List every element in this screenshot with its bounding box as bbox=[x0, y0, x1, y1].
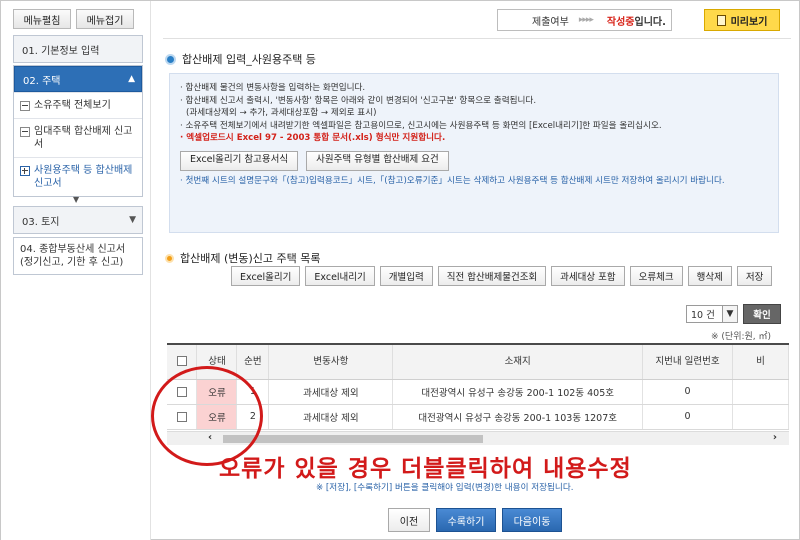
select-all-checkbox[interactable] bbox=[176, 356, 187, 367]
bullet-icon bbox=[165, 253, 174, 263]
section-title-list: 합산배제 (변동)신고 주택 목록 bbox=[165, 250, 321, 266]
sidebar: 메뉴펼침 메뉴접기 01. 기본정보 입력 02. 주택 ▲ 소유주택 전체보기… bbox=[1, 1, 151, 540]
excel-download-button[interactable]: Excel내리기 bbox=[305, 266, 375, 286]
submission-status: 제출여부 ▸▸▸▸ 작성중입니다. bbox=[497, 9, 672, 31]
page-size-value: 10 건 bbox=[691, 310, 715, 321]
change-cell[interactable]: 과세대상 제외 bbox=[268, 379, 394, 405]
info-line: · 합산배제 물건의 변동사항을 입력하는 화면입니다. bbox=[180, 83, 366, 93]
plus-box-icon bbox=[20, 166, 30, 176]
save-button[interactable]: 저장 bbox=[736, 266, 773, 286]
column-header[interactable]: 비 bbox=[732, 345, 789, 380]
previous-lookup-button[interactable]: 직전 합산배제물건조회 bbox=[437, 266, 547, 286]
info-warning-text: 엑셀업로드시 Excel 97 - 2003 통합 문서(.xls) 형식만 지… bbox=[186, 133, 446, 143]
column-header[interactable]: 소재지 bbox=[392, 345, 644, 380]
menu-land[interactable]: 03. 토지 ▼ bbox=[13, 206, 143, 234]
error-check-button[interactable]: 오류체크 bbox=[629, 266, 683, 286]
address-cell[interactable]: 대전광역시 유성구 송강동 200-1 102동 405호 bbox=[392, 379, 644, 405]
bottom-button-group: 이전 수록하기 다음이동 bbox=[388, 508, 562, 532]
previous-button[interactable]: 이전 bbox=[388, 508, 430, 532]
individual-input-button[interactable]: 개별입력 bbox=[379, 266, 433, 286]
requirements-button[interactable]: 사원주택 유형별 합산배제 요건 bbox=[306, 150, 449, 171]
sidebar-item-label: 사원용주택 등 합산배제 신고서 bbox=[34, 165, 133, 189]
extra-cell[interactable] bbox=[732, 379, 789, 405]
status-arrows: ▸▸▸▸ bbox=[578, 15, 594, 25]
menu-housing: 02. 주택 ▲ 소유주택 전체보기 임대주택 합산배제 신고서 사원용주택 등… bbox=[13, 65, 143, 197]
app-window: 메뉴펼침 메뉴접기 01. 기본정보 입력 02. 주택 ▲ 소유주택 전체보기… bbox=[0, 0, 800, 540]
triangle-down-icon: ▼ bbox=[73, 195, 80, 204]
table-toolbar: Excel올리기 Excel내리기 개별입력 직전 합산배제물건조회 과세대상 … bbox=[231, 266, 773, 286]
serial-cell[interactable]: 0 bbox=[642, 379, 733, 405]
section-title-exclusion: 합산배제 입력_사원용주택 등 bbox=[165, 51, 316, 67]
horizontal-scrollbar[interactable]: ‹ › bbox=[167, 431, 789, 445]
sidebar-item-owned-housing[interactable]: 소유주택 전체보기 bbox=[14, 92, 142, 118]
serial-cell[interactable]: 0 bbox=[642, 404, 733, 430]
include-taxable-button[interactable]: 과세대상 포함 bbox=[551, 266, 625, 286]
info-line: · 합산배제 신고서 출력시, '변동사항' 항목은 아래와 같이 변경되어 '… bbox=[180, 95, 537, 106]
column-header[interactable]: 변동사항 bbox=[268, 345, 394, 380]
collapse-menu-button[interactable]: 메뉴접기 bbox=[76, 9, 134, 29]
sidebar-item-employee-housing[interactable]: 사원용주택 등 합산배제 신고서 bbox=[14, 157, 142, 196]
menu-housing-label: 02. 주택 bbox=[23, 75, 61, 87]
divider bbox=[163, 38, 791, 39]
status-value-text: 작성중 bbox=[606, 16, 635, 28]
column-header[interactable]: 순번 bbox=[236, 345, 270, 380]
excel-template-button[interactable]: Excel올리기 참고용서식 bbox=[180, 150, 299, 171]
menu-land-label: 03. 토지 bbox=[22, 216, 60, 228]
menu-basic-info[interactable]: 01. 기본정보 입력 bbox=[13, 35, 143, 63]
info-text: (과세대상제외 → 추가, 과세대상포함 → 제외로 표시) bbox=[186, 108, 377, 118]
info-text: 합산배제 신고서 출력시, '변동사항' 항목은 아래와 같이 변경되어 '신고… bbox=[185, 95, 537, 106]
minus-box-icon bbox=[20, 127, 30, 137]
section-title-text: 합산배제 입력_사원용주택 등 bbox=[182, 53, 316, 66]
excel-upload-button[interactable]: Excel올리기 bbox=[231, 266, 301, 286]
change-cell[interactable]: 과세대상 제외 bbox=[268, 404, 394, 430]
chevron-up-icon: ▲ bbox=[128, 74, 135, 84]
info-box: · 합산배제 물건의 변동사항을 입력하는 화면입니다. · 합산배제 신고서 … bbox=[169, 73, 779, 233]
preview-button[interactable]: 미리보기 bbox=[704, 9, 780, 31]
bullet-icon bbox=[165, 53, 176, 65]
page-size-select[interactable]: 10 건 ▼ bbox=[686, 305, 738, 323]
sidebar-item-label: 임대주택 합산배제 신고서 bbox=[34, 126, 133, 150]
extra-cell[interactable] bbox=[732, 404, 789, 430]
menu-housing-header[interactable]: 02. 주택 ▲ bbox=[14, 66, 142, 92]
status-value: 작성중입니다. bbox=[607, 13, 666, 28]
section-title-text: 합산배제 (변동)신고 주택 목록 bbox=[180, 252, 321, 265]
chevron-right-icon[interactable]: › bbox=[773, 432, 777, 443]
confirm-button[interactable]: 확인 bbox=[743, 304, 781, 324]
info-note-text: 첫번째 시트의 설명문구와「(참고)입력용코드」시트,「(참고)오류기준」시트는… bbox=[185, 175, 725, 186]
expand-menu-button[interactable]: 메뉴펼침 bbox=[13, 9, 71, 29]
info-text: 소유주택 전체보기에서 내려받기한 엑셀파일은 참고용이므로, 신고시에는 사원… bbox=[185, 120, 662, 131]
sidebar-toggle-group: 메뉴펼침 메뉴접기 bbox=[13, 9, 134, 29]
info-line: (과세대상제외 → 추가, 과세대상포함 → 제외로 표시) bbox=[180, 107, 768, 120]
chevron-down-icon: ▼ bbox=[129, 215, 136, 225]
table-header-row: 상태 순번 변동사항 소재지 지번내 일련번호 비 bbox=[167, 345, 789, 380]
info-warning: · 엑셀업로드시 Excel 97 - 2003 통합 문서(.xls) 형식만… bbox=[180, 133, 446, 143]
info-text: 합산배제 물건의 변동사항을 입력하는 화면입니다. bbox=[185, 83, 366, 93]
menu-tax-return[interactable]: 04. 종합부동산세 신고서(정기신고, 기한 후 신고) bbox=[13, 237, 143, 275]
column-header[interactable]: 지번내 일련번호 bbox=[642, 345, 733, 380]
minus-box-icon bbox=[20, 101, 30, 111]
menu-land-header: 03. 토지 ▼ bbox=[14, 207, 142, 233]
next-button[interactable]: 다음이동 bbox=[502, 508, 562, 532]
menu-tax-return-label: 04. 종합부동산세 신고서(정기신고, 기한 후 신고) bbox=[20, 244, 126, 268]
info-line: · 소유주택 전체보기에서 내려받기한 엑셀파일은 참고용이므로, 신고시에는 … bbox=[180, 120, 662, 131]
status-suffix: 입니다. bbox=[634, 16, 666, 28]
menu-basic-info-label: 01. 기본정보 입력 bbox=[14, 36, 142, 62]
submit-button[interactable]: 수록하기 bbox=[436, 508, 496, 532]
info-note: · 첫번째 시트의 설명문구와「(참고)입력용코드」시트,「(참고)오류기준」시… bbox=[180, 175, 725, 186]
annotation-text: 오류가 있을 경우 더블클릭하여 내용수정 bbox=[219, 456, 632, 482]
sidebar-item-rental-exclusion[interactable]: 임대주택 합산배제 신고서 bbox=[14, 118, 142, 157]
status-label: 제출여부 bbox=[532, 16, 569, 28]
sidebar-item-label: 소유주택 전체보기 bbox=[34, 100, 111, 111]
chevron-down-icon: ▼ bbox=[722, 306, 737, 322]
info-button-group: Excel올리기 참고용서식 사원주택 유형별 합산배제 요건 bbox=[180, 150, 768, 171]
delete-row-button[interactable]: 행삭제 bbox=[687, 266, 732, 286]
scrollbar-thumb[interactable] bbox=[223, 435, 483, 443]
preview-label: 미리보기 bbox=[730, 16, 768, 28]
document-icon bbox=[716, 14, 726, 26]
unit-note: ※ (단위:원, ㎡) bbox=[711, 332, 772, 342]
address-cell[interactable]: 대전광역시 유성구 송강동 200-1 103동 1207호 bbox=[392, 404, 644, 430]
